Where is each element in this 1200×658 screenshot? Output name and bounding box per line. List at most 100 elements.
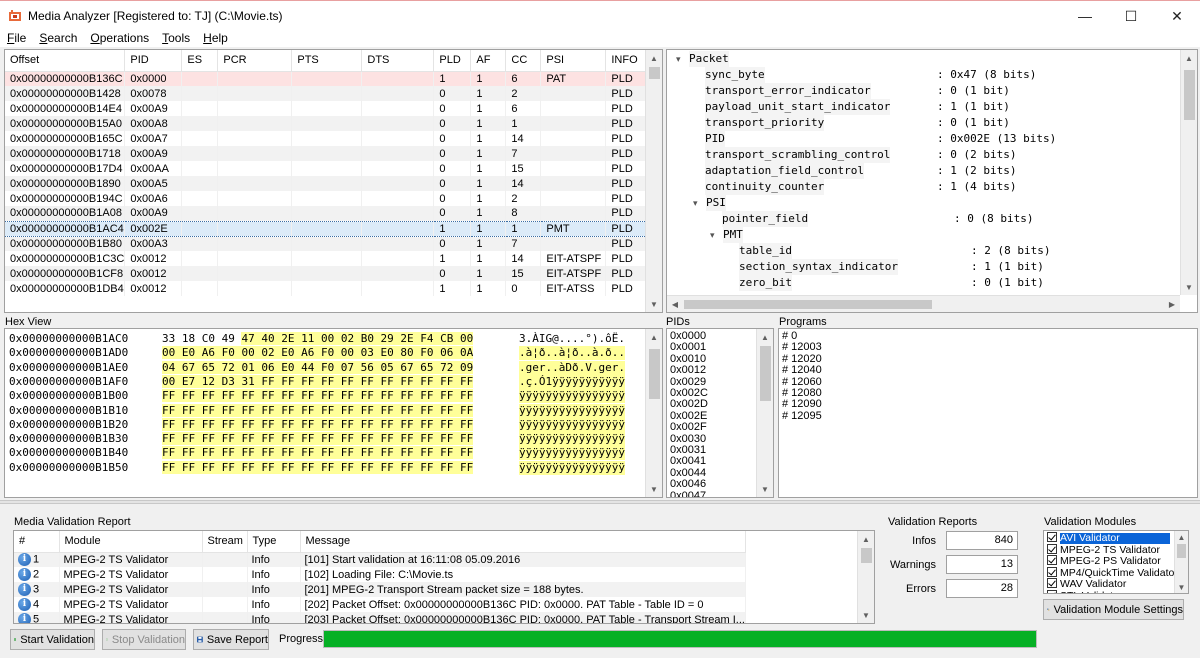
minimize-button[interactable]: — [1062,1,1108,31]
column-header-pts[interactable]: PTS [291,50,363,72]
hex-row[interactable]: 0x00000000000B1B20 FF FF FF FF FF FF FF F… [5,417,645,432]
packet-structure-tree[interactable]: ▾ Packet sync_byte: 0x47 (8 bits) transport… [666,49,1198,313]
list-item[interactable]: 0x002F [670,421,707,433]
column-header-es[interactable]: ES [181,50,219,72]
column-header-index[interactable]: # [14,531,60,553]
hex-row[interactable]: 0x00000000000B1B00 FF FF FF FF FF FF FF F… [5,389,645,404]
stop-validation-button[interactable]: Stop Validation [102,629,186,650]
menu-operations[interactable]: Operations [83,30,155,47]
scrollbar-thumb[interactable] [684,300,932,309]
checkbox[interactable] [1047,543,1057,554]
list-item[interactable]: 0x0047 [670,490,706,497]
table-row[interactable]: 0x00000000000B14E4 0x00A9 0 1 6 PLD [5,101,657,116]
hex-row[interactable]: 0x00000000000B1AC0 33 18 C0 49 47 40 2E 1… [5,332,645,346]
scroll-down-icon[interactable]: ▼ [646,481,662,497]
column-header-dts[interactable]: DTS [361,50,435,72]
table-row[interactable]: 0x00000000000B194C 0x00A6 0 1 2 PLD [5,191,657,206]
module-item[interactable]: MPEG-2 TS Validator [1047,543,1160,555]
horizontal-splitter[interactable] [0,500,1200,504]
scroll-up-icon[interactable]: ▲ [858,531,874,547]
tree-node[interactable]: payload_unit_start_indicator: 1 (1 bit) [667,99,1167,115]
table-row[interactable]: i 4 MPEG-2 TS Validator Info [202] Packet Of… [14,597,746,612]
column-header-offset[interactable]: Offset [5,50,126,72]
table-row[interactable]: i 5 MPEG-2 TS Validator Info [203] Packet Of… [14,612,746,623]
menu-file[interactable]: File [0,30,32,47]
close-button[interactable]: ✕ [1154,1,1200,31]
module-item[interactable]: AVI Validator [1047,532,1170,544]
table-row[interactable]: 0x00000000000B136C 0x0000 1 1 6 PAT PLD [5,71,657,86]
column-header-psi[interactable]: PSI [540,50,607,72]
scroll-up-icon[interactable]: ▲ [757,329,773,345]
menu-help[interactable]: Help [196,30,234,47]
table-row[interactable]: 0x00000000000B1DB4 0x0012 1 1 0 EIT-ATSS PLD [5,281,657,296]
modules-scrollbar[interactable]: ▲ ▼ [1174,531,1188,593]
tree-node[interactable]: PID: 0x002E (13 bits) [667,131,1167,147]
scroll-up-icon[interactable]: ▲ [646,329,662,345]
checkbox[interactable] [1047,532,1057,542]
save-report-button[interactable]: Save Report [193,629,269,650]
expand-toggle-icon[interactable]: ▾ [710,227,715,243]
module-item[interactable]: MP4/QuickTime Validator [1047,566,1178,578]
checkbox[interactable] [1047,555,1057,565]
hex-view-scrollbar[interactable]: ▲ ▼ [645,329,662,497]
table-row[interactable]: 0x00000000000B1890 0x00A5 0 1 14 PLD [5,176,657,191]
scrollbar-thumb[interactable] [649,349,660,399]
pids-scrollbar[interactable]: ▲ ▼ [756,329,773,497]
column-header-cc[interactable]: CC [505,50,542,72]
list-item[interactable]: # 12095 [782,410,822,422]
tree-node[interactable]: ▾ Packet [667,51,1167,67]
hex-row[interactable]: 0x00000000000B1B30 FF FF FF FF FF FF FF F… [5,432,645,447]
checkbox[interactable] [1047,566,1057,577]
validation-modules-list[interactable]: AVI Validator MPEG-2 TS Validator MPEG-2 P… [1043,530,1189,594]
scrollbar-thumb[interactable] [861,548,872,563]
expand-toggle-icon[interactable]: ▾ [676,51,681,67]
table-row[interactable]: 0x00000000000B1B80 0x00A3 0 1 7 PLD [5,236,657,251]
scroll-right-icon[interactable]: ▶ [1164,296,1180,312]
table-row[interactable]: 0x00000000000B1428 0x0078 0 1 2 PLD [5,86,657,101]
tree-node[interactable]: sync_byte: 0x47 (8 bits) [667,67,1167,83]
scroll-down-icon[interactable]: ▼ [757,481,773,497]
table-row[interactable]: 0x00000000000B1AC4 0x002E 1 1 1 PMT PLD [5,220,657,237]
tree-node[interactable]: transport_error_indicator: 0 (1 bit) [667,83,1167,99]
expand-toggle-icon[interactable]: ▾ [693,195,698,211]
tree-node[interactable]: adaptation_field_control: 1 (2 bits) [667,163,1167,179]
checkbox[interactable] [1047,589,1057,593]
packet-table-scrollbar[interactable]: ▲ ▼ [645,50,662,312]
tree-node[interactable]: table_id: 2 (8 bits) [667,243,1167,259]
checkbox[interactable] [1047,578,1057,588]
list-item[interactable]: # 12040 [782,364,822,376]
start-validation-button[interactable]: Start Validation [10,629,95,650]
menu-search[interactable]: Search [32,30,83,47]
scroll-up-icon[interactable]: ▲ [1175,531,1188,543]
tree-node[interactable]: continuity_counter: 1 (4 bits) [667,179,1167,195]
menu-tools[interactable]: Tools [155,30,196,47]
table-row[interactable]: i 1 MPEG-2 TS Validator Info [101] Start val… [14,552,746,567]
list-item[interactable]: 0x0046 [670,478,706,490]
hex-row[interactable]: 0x00000000000B1B50 FF FF FF FF FF FF FF F… [5,460,645,475]
table-row[interactable]: 0x00000000000B1CF8 0x0012 0 1 15 EIT-ATSPF PLD [5,266,657,281]
validation-module-settings-button[interactable]: Validation Module Settings [1043,599,1184,620]
hex-row[interactable]: 0x00000000000B1B40 FF FF FF FF FF FF FF F… [5,446,645,461]
table-row[interactable]: 0x00000000000B17D4 0x00AA 0 1 15 PLD [5,161,657,176]
hex-row[interactable]: 0x00000000000B1B10 FF FF FF FF FF FF FF F… [5,403,645,418]
validation-report-table[interactable]: # Module Stream Type Message i 1 MPEG-2 TS Val… [13,530,875,624]
tree-node[interactable]: ▾ PMT [667,227,1167,243]
table-row[interactable]: i 3 MPEG-2 TS Validator Info [201] MPEG-2 Tr… [14,582,746,597]
table-row[interactable]: 0x00000000000B1A08 0x00A9 0 1 8 PLD [5,206,657,221]
scrollbar-thumb[interactable] [649,67,660,79]
module-item[interactable]: STL Validator [1047,589,1122,593]
tree-node[interactable]: zero_bit: 0 (1 bit) [667,275,1167,291]
tree-vertical-scrollbar[interactable]: ▲ ▼ [1180,50,1197,295]
hex-row[interactable]: 0x00000000000B1AF0 00 E7 12 D3 31 FF FF F… [5,374,645,389]
packet-table[interactable]: Offset PID ES PCR PTS DTS PLD AF CC PSI INFO 0x000… [4,49,663,313]
pids-list[interactable]: 0x0000 0x0001 0x0010 0x0012 0x0029 0x002C 0x00… [666,328,774,498]
column-header-pcr[interactable]: PCR [217,50,293,72]
scroll-down-icon[interactable]: ▼ [1181,279,1197,295]
report-scrollbar[interactable]: ▲ ▼ [857,531,874,623]
tree-node[interactable]: transport_priority: 0 (1 bit) [667,115,1167,131]
scroll-down-icon[interactable]: ▼ [858,607,874,623]
table-row[interactable]: i 2 MPEG-2 TS Validator Info [102] Loading F… [14,567,746,582]
column-header-af[interactable]: AF [470,50,507,72]
tree-node[interactable]: ▾ PSI [667,195,1167,211]
list-item[interactable]: 0x0012 [670,364,706,376]
